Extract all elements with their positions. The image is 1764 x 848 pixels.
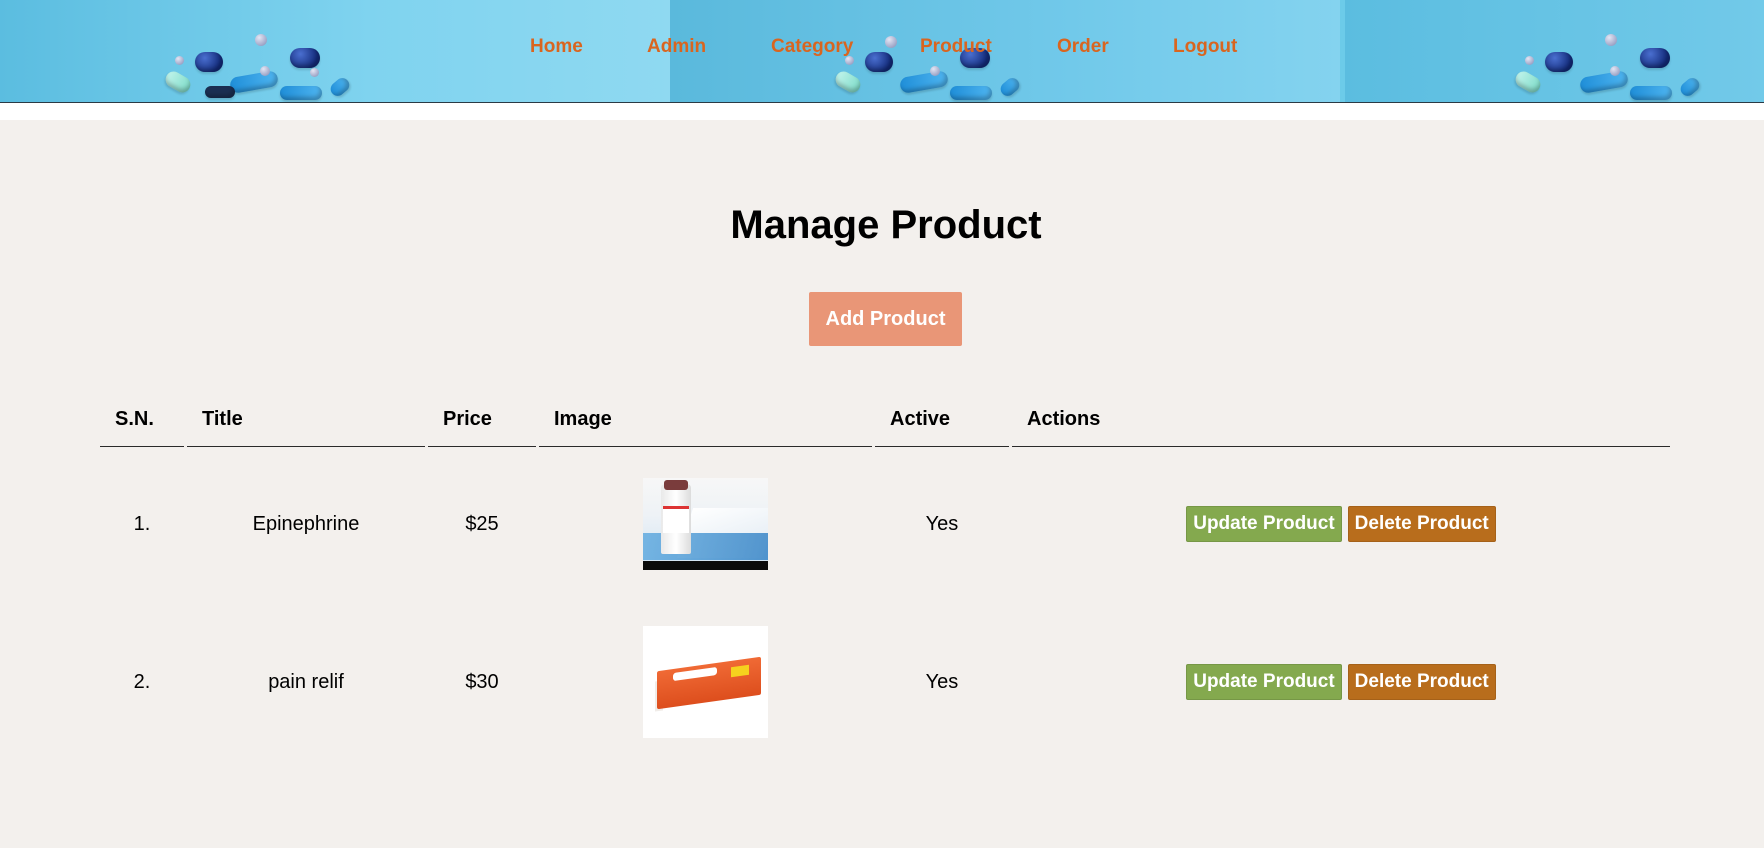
table-row: 2. pain relif $30 Yes Update Product Dele… xyxy=(100,601,1670,763)
update-product-button[interactable]: Update Product xyxy=(1186,506,1342,542)
header-divider xyxy=(0,103,1764,120)
delete-product-button[interactable]: Delete Product xyxy=(1347,506,1496,542)
update-product-button[interactable]: Update Product xyxy=(1186,664,1342,700)
add-product-button[interactable]: Add Product xyxy=(809,292,962,346)
nav-product-link[interactable]: Product xyxy=(920,36,992,58)
product-image xyxy=(643,478,768,570)
column-header-active: Active xyxy=(875,396,1009,447)
product-image xyxy=(643,626,768,738)
cell-actions: Update Product Delete Product xyxy=(1012,601,1670,763)
cell-image xyxy=(539,447,872,601)
cell-active: Yes xyxy=(925,512,959,535)
cell-price: $30 xyxy=(465,670,499,693)
nav-home-link[interactable]: Home xyxy=(530,36,583,58)
page-title: Manage Product xyxy=(730,203,1042,247)
cell-sn: 1. xyxy=(133,512,151,535)
nav-order-link[interactable]: Order xyxy=(1057,36,1109,58)
nav-admin-link[interactable]: Admin xyxy=(647,36,706,58)
cell-actions: Update Product Delete Product xyxy=(1012,447,1670,601)
column-header-sn: S.N. xyxy=(100,396,184,447)
column-header-actions: Actions xyxy=(1012,396,1670,447)
cell-image xyxy=(539,601,872,763)
cell-sn: 2. xyxy=(133,670,151,693)
table-header-row: S.N. Title Price Image Active Actions xyxy=(100,396,1670,447)
cell-price: $25 xyxy=(465,512,499,535)
nav-category-link[interactable]: Category xyxy=(771,36,853,58)
cell-active: Yes xyxy=(925,670,959,693)
column-header-image: Image xyxy=(539,396,872,447)
delete-product-button[interactable]: Delete Product xyxy=(1347,664,1496,700)
cell-title: pain relif xyxy=(268,670,344,693)
main-nav: Home Admin Category Product Order Logout xyxy=(0,36,1764,60)
cell-title: Epinephrine xyxy=(252,512,360,535)
table-row: 1. Epinephrine $25 Yes Update Product Del… xyxy=(100,447,1670,601)
column-header-price: Price xyxy=(428,396,536,447)
nav-logout-link[interactable]: Logout xyxy=(1173,36,1237,58)
column-header-title: Title xyxy=(187,396,425,447)
header-banner: Home Admin Category Product Order Logout xyxy=(0,0,1764,103)
product-table: S.N. Title Price Image Active Actions 1.… xyxy=(97,396,1673,763)
